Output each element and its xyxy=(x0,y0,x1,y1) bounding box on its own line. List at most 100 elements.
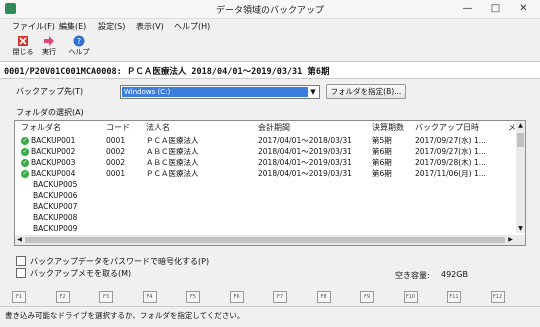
menu-file[interactable]: ファイル(F) xyxy=(12,21,55,32)
cell-folder: ✓ BACKUP003 xyxy=(21,157,75,168)
col-term[interactable]: 決算期数 xyxy=(372,121,404,134)
scroll-thumb[interactable] xyxy=(517,133,524,147)
cell-term-text: 第6期 xyxy=(372,169,392,178)
cell-folder-text: BACKUP004 xyxy=(31,169,76,178)
check-icon: ✓ xyxy=(21,148,29,156)
cell-period: 2018/04/01～2019/03/31 xyxy=(258,157,352,168)
scroll-up-icon[interactable]: ▲ xyxy=(516,121,525,130)
col-memo[interactable]: メ xyxy=(508,121,516,134)
cell-corp: ＰＣＡ医療法人 xyxy=(146,135,199,146)
cell-folder-text: BACKUP002 xyxy=(31,147,76,156)
fkey-f6[interactable]: F6 xyxy=(229,291,244,303)
cell-date-text: 2017/09/27(水) 1... xyxy=(415,136,486,145)
cell-folder: BACKUP005 xyxy=(21,179,77,190)
memo-label: バックアップメモを取る(M) xyxy=(30,269,132,278)
run-button[interactable]: 実行 xyxy=(36,34,62,60)
col-code[interactable]: コード xyxy=(106,121,130,134)
table-row[interactable]: BACKUP005 xyxy=(15,179,515,190)
cell-code-text: 0002 xyxy=(106,158,126,167)
close-window-button[interactable]: ✕ xyxy=(510,1,537,17)
fkey-f8[interactable]: F8 xyxy=(316,291,331,303)
free-space-label: 空き容量: xyxy=(395,271,430,280)
table-row[interactable]: ✓ BACKUP004 0001 ＰＣＡ医療法人 2018/04/01～2019/03/… xyxy=(15,168,515,179)
scroll-down-icon[interactable]: ▼ xyxy=(516,224,525,233)
cell-code: 0002 xyxy=(106,146,125,157)
cell-date-text: 2017/09/28(木) 1... xyxy=(415,158,486,167)
cell-term: 第5期 xyxy=(372,135,392,146)
hscroll-thumb[interactable] xyxy=(25,237,505,243)
cell-code: 0002 xyxy=(106,157,125,168)
cell-folder: ✓ BACKUP002 xyxy=(21,146,75,157)
table-row[interactable]: ✓ BACKUP002 0002 ＡＢＣ医療法人 2018/04/01～2019/03/… xyxy=(15,146,515,157)
menu-help[interactable]: ヘルプ(H) xyxy=(174,21,210,32)
cell-date: 2017/11/06(月) 1... xyxy=(415,168,486,179)
close-tool-label: 閉じる xyxy=(12,48,34,56)
col-date[interactable]: バックアップ日時 xyxy=(415,121,479,134)
fkey-f4[interactable]: F4 xyxy=(142,291,157,303)
col-corp[interactable]: 法人名 xyxy=(146,121,170,134)
fkey-f3[interactable]: F3 xyxy=(99,291,113,303)
scroll-left-icon[interactable]: ◀ xyxy=(15,235,24,245)
encrypt-checkbox[interactable] xyxy=(16,256,26,266)
fkey-f1[interactable]: F1 xyxy=(12,291,26,303)
minimize-button[interactable]: — xyxy=(454,1,481,17)
cell-code-text: 0002 xyxy=(106,147,126,156)
cell-folder-text: BACKUP009 xyxy=(33,224,78,233)
fkey-f9[interactable]: F9 xyxy=(360,291,374,303)
close-tool-button[interactable]: 閉じる xyxy=(10,34,36,60)
fkey-f5[interactable]: F5 xyxy=(186,291,200,303)
cell-period-text: 2018/04/01～2019/03/31 xyxy=(258,147,352,156)
fkey-f10[interactable]: F10 xyxy=(403,291,418,303)
menu-bar: ファイル(F) 編集(E) 設定(S) 表示(V) ヘルプ(H) xyxy=(0,20,540,34)
table-row[interactable]: BACKUP009 xyxy=(15,223,515,234)
cell-folder-text: BACKUP001 xyxy=(31,136,76,145)
table-row[interactable]: BACKUP008 xyxy=(15,212,515,223)
cell-period-text: 2017/04/01～2018/03/31 xyxy=(258,136,352,145)
col-folder[interactable]: フォルダ名 xyxy=(21,121,61,134)
table-row[interactable]: BACKUP007 xyxy=(15,201,515,212)
cell-folder: BACKUP009 xyxy=(21,223,77,234)
maximize-button[interactable]: □ xyxy=(482,1,509,17)
cell-folder: BACKUP008 xyxy=(21,212,77,223)
check-icon: ✓ xyxy=(21,170,29,178)
backup-dest-value: Windows (C:) xyxy=(122,87,308,97)
cell-date: 2017/09/28(木) 1... xyxy=(415,157,486,168)
cell-period: 2018/04/01～2019/03/31 xyxy=(258,168,352,179)
check-icon: ✓ xyxy=(21,137,29,145)
cell-period-text: 2018/04/01～2019/03/31 xyxy=(258,158,352,167)
arrow-right-icon xyxy=(44,36,54,46)
menu-settings[interactable]: 設定(S) xyxy=(98,21,125,32)
menu-view[interactable]: 表示(V) xyxy=(136,21,164,32)
svg-text:?: ? xyxy=(77,37,81,46)
cell-code: 0001 xyxy=(106,168,125,179)
horizontal-scrollbar[interactable]: ◀ ▶ xyxy=(15,235,525,245)
scroll-right-icon[interactable]: ▶ xyxy=(506,235,515,245)
cell-term: 第6期 xyxy=(372,168,392,179)
encrypt-label: バックアップデータをパスワードで暗号化する(P) xyxy=(30,257,210,266)
help-icon: ? xyxy=(73,35,85,47)
backup-dest-select[interactable]: Windows (C:) ▼ xyxy=(120,85,320,99)
help-button[interactable]: ? ヘルプ xyxy=(66,34,92,60)
cell-term-text: 第5期 xyxy=(372,136,392,145)
folder-list[interactable]: フォルダ名 コード 法人名 会計期間 決算期数 バックアップ日時 メ ✓ BACK… xyxy=(14,120,526,246)
table-row[interactable]: ✓ BACKUP003 0002 ＡＢＣ医療法人 2018/04/01～2019/03/… xyxy=(15,157,515,168)
vertical-scrollbar[interactable]: ▲ ▼ xyxy=(516,121,525,233)
specify-folder-button[interactable]: フォルダを指定(B)... xyxy=(326,84,406,99)
table-row[interactable]: ✓ BACKUP001 0001 ＰＣＡ医療法人 2017/04/01～2018/03/… xyxy=(15,135,515,146)
company-info-bar: 0001/P20V01C001MCA0008: ＰＣＡ医療法人 2018/04/… xyxy=(0,61,540,79)
status-bar: 書き込み可能なドライブを選択するか、フォルダを指定してください。 xyxy=(0,306,540,327)
cell-code: 0001 xyxy=(106,135,125,146)
chevron-down-icon[interactable]: ▼ xyxy=(308,87,318,97)
table-row[interactable]: BACKUP006 xyxy=(15,190,515,201)
memo-checkbox[interactable] xyxy=(16,268,26,278)
fkey-f11[interactable]: F11 xyxy=(447,291,461,303)
cell-folder-text: BACKUP006 xyxy=(33,191,78,200)
backup-dest-label: バックアップ先(T) xyxy=(16,87,84,96)
cell-term-text: 第6期 xyxy=(372,158,392,167)
free-space-value: 492GB xyxy=(441,270,468,279)
col-period[interactable]: 会計期間 xyxy=(258,121,290,134)
fkey-f7[interactable]: F7 xyxy=(273,291,287,303)
menu-edit[interactable]: 編集(E) xyxy=(59,21,86,32)
fkey-f12[interactable]: F12 xyxy=(490,291,505,303)
fkey-f2[interactable]: F2 xyxy=(55,291,70,303)
